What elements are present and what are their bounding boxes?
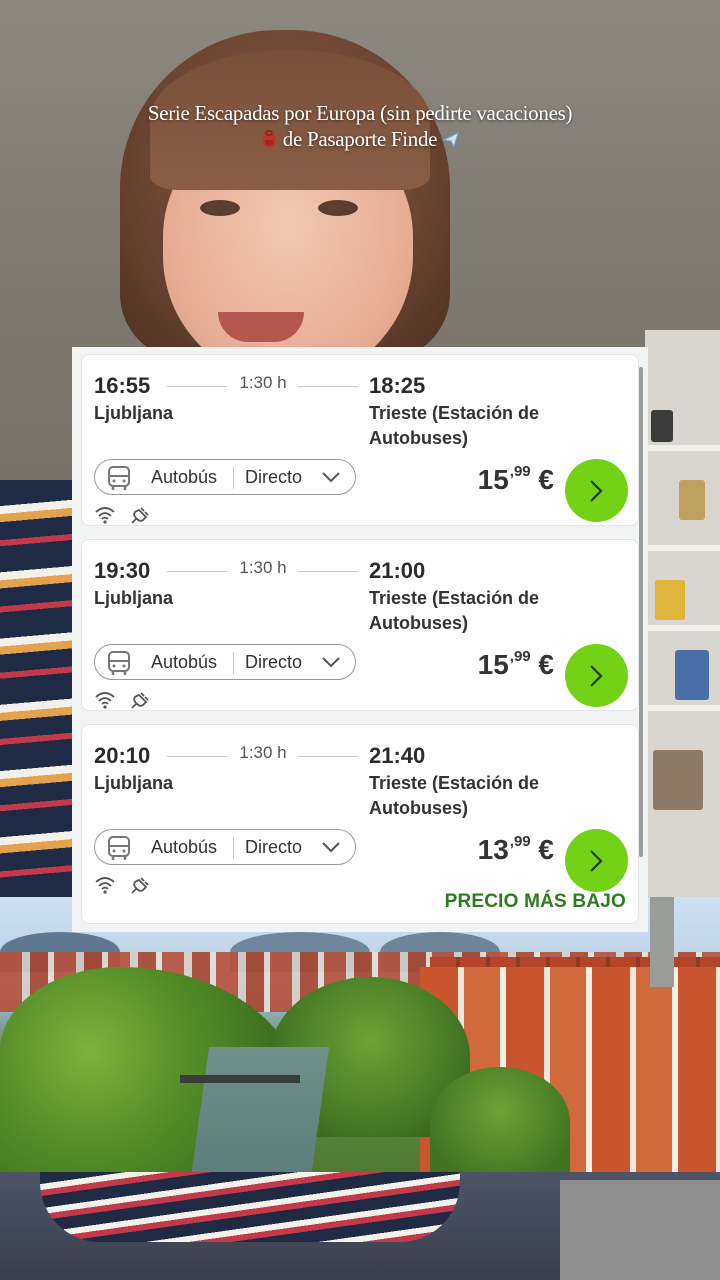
destination-city: Trieste (Estación de Autobuses) (369, 403, 540, 448)
trip-duration: 1:30 h (239, 558, 287, 577)
route-type: Directo (245, 467, 303, 487)
route-type: Directo (245, 837, 303, 857)
chevron-right-icon (590, 480, 603, 502)
destination-city: Trieste (Estación de Autobuses) (369, 588, 540, 633)
origin-city: Ljubljana (94, 588, 174, 608)
trip-price: 15,99 € (477, 463, 554, 495)
backpack-icon (262, 130, 275, 147)
eye (200, 200, 240, 216)
trip-price: 15,99 € (477, 648, 554, 680)
trip-details-toggle[interactable]: Autobús Directo (94, 644, 356, 680)
airplane-icon (442, 132, 459, 148)
eye (318, 200, 358, 216)
caption-line-2: de Pasaporte Finde (282, 127, 438, 151)
transport-type: Autobús (151, 837, 218, 857)
laptop (560, 1180, 720, 1280)
power-plug-icon (131, 692, 149, 709)
transport-type: Autobús (151, 652, 218, 672)
ljubljana-photo (0, 897, 720, 1172)
trip-results-list[interactable]: 16:55 1:30 h 18:25 Ljubljana Trieste (Es… (72, 347, 648, 932)
arrival-time: 21:40 (369, 743, 426, 768)
transport-type: Autobús (151, 467, 218, 487)
destination-city: Trieste (Estación de Autobuses) (369, 773, 540, 818)
wifi-icon (95, 507, 115, 524)
chevron-down-icon (322, 472, 340, 483)
trip-duration: 1:30 h (239, 743, 287, 762)
origin-city: Ljubljana (94, 403, 174, 423)
power-plug-icon (131, 507, 149, 524)
scrollbar[interactable] (639, 367, 643, 857)
wifi-icon (95, 692, 115, 709)
video-caption: Serie Escapadas por Europa (sin pedirte … (0, 100, 720, 152)
bus-icon (108, 651, 130, 675)
select-trip-button[interactable] (565, 644, 628, 707)
route-type: Directo (245, 652, 303, 672)
bus-icon (108, 466, 130, 490)
trip-details-toggle[interactable]: Autobús Directo (94, 829, 356, 865)
power-plug-icon (131, 877, 149, 894)
bookshelf (645, 330, 720, 900)
chevron-down-icon (322, 842, 340, 853)
caption-line-1: Serie Escapadas por Europa (sin pedirte … (147, 101, 573, 125)
trip-details-toggle[interactable]: Autobús Directo (94, 459, 356, 495)
trip-price: 13,99 € (477, 833, 554, 865)
origin-city: Ljubljana (94, 773, 174, 793)
departure-time: 16:55 (94, 373, 151, 398)
chevron-down-icon (322, 657, 340, 668)
trip-duration: 1:30 h (239, 373, 287, 392)
chevron-right-icon (590, 850, 603, 872)
trip-card[interactable]: 20:10 1:30 h 21:40 Ljubljana Trieste (Es… (81, 724, 639, 924)
chevron-right-icon (590, 665, 603, 687)
departure-time: 19:30 (94, 558, 151, 583)
trip-card[interactable]: 19:30 1:30 h 21:00 Ljubljana Trieste (Es… (81, 539, 639, 711)
arrival-time: 18:25 (369, 373, 426, 398)
bus-icon (108, 836, 130, 860)
departure-time: 20:10 (94, 743, 151, 768)
wifi-icon (95, 877, 115, 894)
sweater-sleeve (40, 1172, 460, 1242)
select-trip-button[interactable] (565, 459, 628, 522)
trip-card[interactable]: 16:55 1:30 h 18:25 Ljubljana Trieste (Es… (81, 354, 639, 526)
lowest-price-badge: PRECIO MÁS BAJO (444, 891, 626, 912)
select-trip-button[interactable] (565, 829, 628, 892)
sweater (0, 480, 75, 900)
arrival-time: 21:00 (369, 558, 426, 583)
